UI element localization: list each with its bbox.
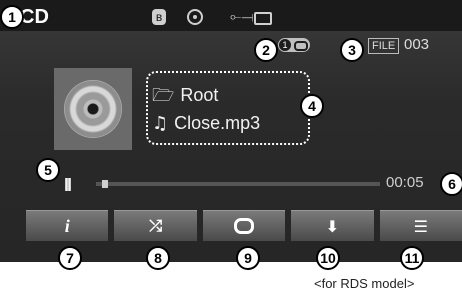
usb-icon: ⟜⟞ xyxy=(230,8,254,24)
callout-10: 10 xyxy=(316,246,340,270)
control-button-row: i ⤮ ⬇ ☰ xyxy=(0,210,462,242)
repeat-one-indicator: 1 xyxy=(278,38,310,52)
save-icon: ⬇ xyxy=(325,216,340,236)
file-number: 003 xyxy=(404,36,430,53)
callout-8: 8 xyxy=(146,246,170,270)
info-icon: i xyxy=(64,215,70,236)
list-button[interactable]: ☰ xyxy=(379,210,462,241)
model-caption: <for RDS model> xyxy=(314,276,415,291)
repeat-button[interactable] xyxy=(202,210,286,241)
file-label: FILE xyxy=(368,38,400,54)
callout-2: 2 xyxy=(254,38,278,62)
callout-9: 9 xyxy=(236,246,260,270)
cd-player-screen: CD ʙ ⟜⟞ 1 FILE 003 🗁 Root ♫ Close.mp3 II 0… xyxy=(0,0,462,262)
repeat-loop-icon xyxy=(294,41,308,51)
disc-icon xyxy=(187,9,203,25)
bluetooth-icon: ʙ xyxy=(152,9,166,25)
folder-row: 🗁 Root xyxy=(152,83,218,113)
shuffle-button[interactable]: ⤮ xyxy=(114,210,197,241)
callout-4: 4 xyxy=(300,94,324,118)
album-art xyxy=(54,68,132,150)
folder-icon: 🗁 xyxy=(152,85,175,106)
repeat-one-badge: 1 xyxy=(279,39,291,51)
progress-thumb[interactable] xyxy=(101,180,108,188)
save-button[interactable]: ⬇ xyxy=(291,210,374,241)
elapsed-time: 00:05 xyxy=(386,174,424,191)
shuffle-icon: ⤮ xyxy=(149,216,163,235)
callout-11: 11 xyxy=(400,246,424,270)
track-info: 🗁 Root ♫ Close.mp3 xyxy=(146,71,310,145)
callout-7: 7 xyxy=(58,246,82,270)
music-note-icon: ♫ xyxy=(152,113,169,134)
callout-1: 1 xyxy=(0,5,24,29)
repeat-icon xyxy=(234,218,255,234)
top-status-bar: CD ʙ ⟜⟞ xyxy=(0,0,462,31)
cd-disc-icon xyxy=(64,80,122,138)
callout-3: 3 xyxy=(340,38,364,62)
source-title: CD xyxy=(20,6,49,28)
progress-bar[interactable] xyxy=(96,180,380,188)
aux-plug-icon xyxy=(254,12,272,25)
callout-5: 5 xyxy=(36,158,60,182)
pause-icon[interactable]: II xyxy=(64,175,72,196)
folder-name: Root xyxy=(180,85,219,105)
info-button[interactable]: i xyxy=(26,210,109,241)
file-name: Close.mp3 xyxy=(174,113,261,133)
file-row: ♫ Close.mp3 xyxy=(152,113,260,134)
list-icon: ☰ xyxy=(413,216,428,236)
callout-6: 6 xyxy=(440,172,462,196)
